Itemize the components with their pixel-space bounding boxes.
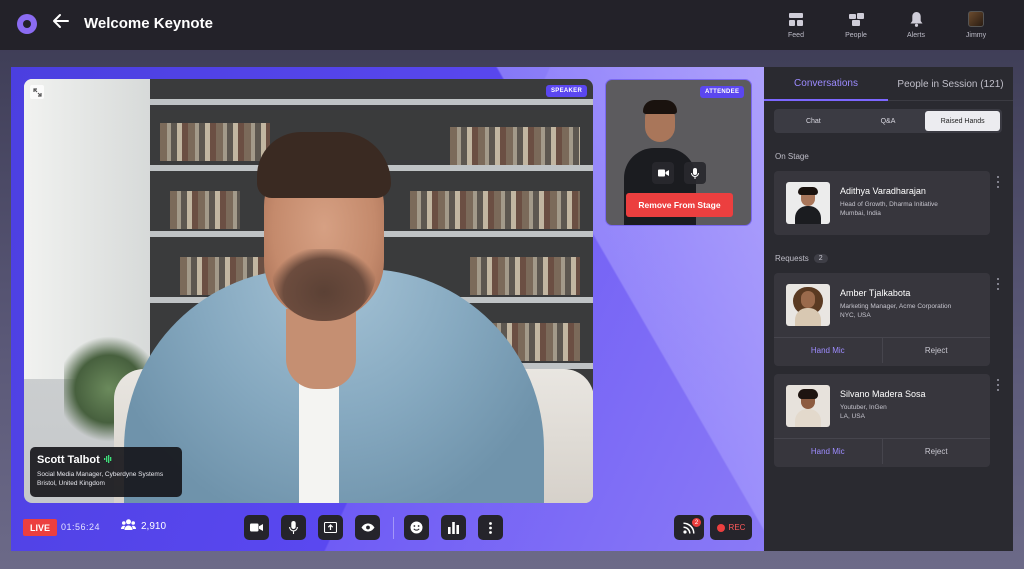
stage-area: SPEAKER Scott Talbot Social Media Manage… <box>11 67 764 551</box>
more-vertical-icon[interactable] <box>995 379 1001 391</box>
segment-qa[interactable]: Q&A <box>851 111 926 131</box>
requests-count-badge: 2 <box>813 254 828 263</box>
top-bar: Welcome Keynote Feed People Alerts Jimmy <box>0 0 1024 50</box>
attendee-camera-button[interactable] <box>652 162 674 184</box>
segment-chat[interactable]: Chat <box>776 111 851 131</box>
view-toggle-button[interactable] <box>355 515 380 540</box>
nav-feed[interactable]: Feed <box>766 10 826 39</box>
polls-button[interactable] <box>441 515 466 540</box>
reactions-button[interactable] <box>404 515 429 540</box>
nav-label: Jimmy <box>965 32 987 39</box>
participant-name: Amber Tjalkabota <box>840 288 911 298</box>
participant-title: Youtuber, InGen <box>840 404 887 411</box>
participant-location: Mumbai, India <box>840 209 881 217</box>
share-screen-icon <box>324 522 337 533</box>
more-vertical-icon[interactable] <box>995 278 1001 290</box>
nav-label: People <box>845 32 867 39</box>
speaker-nameplate: Scott Talbot Social Media Manager, Cyber… <box>30 447 182 497</box>
record-dot-icon <box>716 523 725 532</box>
camera-icon <box>657 169 669 177</box>
toolbar-divider <box>393 517 394 539</box>
reject-button[interactable]: Reject <box>883 338 991 363</box>
hand-mic-button[interactable]: Hand Mic <box>774 439 883 464</box>
participant-location: LA, USA <box>840 412 865 420</box>
audience-icon <box>121 519 136 533</box>
eye-icon <box>361 523 374 532</box>
request-card: Silvano Madera Sosa Youtuber, InGen LA, … <box>774 374 990 467</box>
participant-title: Head of Growth, Dharma Initiative <box>840 201 938 208</box>
viewer-count-value: 2,910 <box>141 520 167 532</box>
conversation-segment-control: Chat Q&A Raised Hands <box>774 109 1002 133</box>
avatar <box>786 284 830 326</box>
viewer-count: 2,910 <box>121 519 166 533</box>
tab-conversations[interactable]: Conversations <box>764 67 888 101</box>
nav-profile[interactable]: Jimmy <box>946 10 1006 39</box>
bar-chart-icon <box>448 521 459 534</box>
bell-icon <box>910 10 923 28</box>
top-nav: Feed People Alerts Jimmy <box>766 10 1006 39</box>
avatar <box>786 182 830 224</box>
attendee-mic-button[interactable] <box>684 162 706 184</box>
attendee-badge: ATTENDEE <box>700 86 745 98</box>
people-icon <box>848 10 864 28</box>
camera-icon <box>250 523 263 532</box>
segment-raised-hands[interactable]: Raised Hands <box>925 111 1001 131</box>
nav-label: Alerts <box>907 32 925 39</box>
speaker-video: SPEAKER Scott Talbot Social Media Manage… <box>24 79 593 503</box>
mic-icon <box>691 167 699 179</box>
mic-toggle-button[interactable] <box>281 515 306 540</box>
participant-title: Marketing Manager, Acme Corporation <box>840 303 952 310</box>
broadcast-button[interactable]: 2 <box>674 515 704 540</box>
expand-icon[interactable] <box>30 85 44 99</box>
section-label: On Stage <box>775 152 809 161</box>
reject-button[interactable]: Reject <box>883 439 991 464</box>
on-stage-card: Adithya Varadharajan Head of Growth, Dha… <box>774 171 990 235</box>
page-title: Welcome Keynote <box>84 15 213 32</box>
more-vertical-icon <box>489 521 492 534</box>
participant-name: Silvano Madera Sosa <box>840 389 926 399</box>
live-badge: LIVE <box>23 519 57 536</box>
hand-mic-button[interactable]: Hand Mic <box>774 338 883 363</box>
share-screen-button[interactable] <box>318 515 343 540</box>
speaker-title: Social Media Manager, Cyberdyne Systems <box>37 471 164 478</box>
audio-wave-icon <box>103 454 113 466</box>
mic-icon <box>289 521 298 534</box>
avatar <box>968 11 984 27</box>
avatar <box>786 385 830 427</box>
nav-alerts[interactable]: Alerts <box>886 10 946 39</box>
notification-count-badge: 2 <box>692 518 701 527</box>
speaker-name: Scott Talbot <box>37 454 100 466</box>
speaker-badge: SPEAKER <box>546 85 588 97</box>
side-panel: Conversations People in Session (121) Ch… <box>764 67 1013 551</box>
record-button[interactable]: REC <box>710 515 752 540</box>
request-card: Amber Tjalkabota Marketing Manager, Acme… <box>774 273 990 366</box>
attendee-video: ATTENDEE Remove From Stage <box>605 79 752 226</box>
nav-label: Feed <box>788 32 804 39</box>
camera-toggle-button[interactable] <box>244 515 269 540</box>
section-label: Requests <box>775 254 809 263</box>
app-logo <box>17 14 37 34</box>
speaker-location: Bristol, United Kingdom <box>37 480 105 488</box>
tab-people-in-session[interactable]: People in Session (121) <box>888 67 1013 101</box>
smiley-icon <box>410 521 423 534</box>
more-options-button[interactable] <box>478 515 503 540</box>
nav-people[interactable]: People <box>826 10 886 39</box>
record-label: REC <box>728 523 746 532</box>
participant-location: NYC, USA <box>840 311 871 319</box>
back-arrow-icon[interactable] <box>52 12 72 36</box>
participant-name: Adithya Varadharajan <box>840 186 926 196</box>
remove-from-stage-button[interactable]: Remove From Stage <box>626 193 733 217</box>
more-vertical-icon[interactable] <box>995 176 1001 188</box>
on-stage-heading: On Stage <box>775 152 809 161</box>
panel-tabs: Conversations People in Session (121) <box>764 67 1013 101</box>
requests-heading: Requests 2 <box>775 254 828 263</box>
session-timer: 01:56:24 <box>61 522 101 532</box>
feed-icon <box>789 10 803 28</box>
